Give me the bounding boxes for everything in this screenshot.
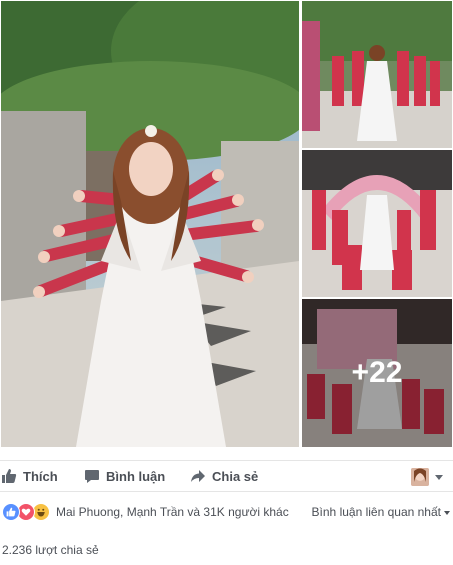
photo-main[interactable] — [1, 1, 299, 447]
comment-button[interactable]: Bình luận — [84, 461, 165, 491]
more-photos-count[interactable]: +22 — [302, 299, 452, 447]
chevron-down-icon — [444, 510, 450, 515]
share-count[interactable]: 2.236 lượt chia sẻ — [2, 543, 99, 557]
photo-thumbnail-2[interactable] — [302, 150, 452, 297]
reaction-summary[interactable]: Mai Phuong, Mạnh Trần và 31K người khác — [56, 505, 289, 519]
reactions-row: Mai Phuong, Mạnh Trần và 31K người khác … — [0, 492, 453, 532]
chevron-down-icon — [435, 474, 443, 480]
avatar — [411, 468, 429, 486]
thumbs-up-icon — [2, 469, 17, 483]
post-as-selector[interactable] — [411, 467, 443, 487]
post-action-bar: Thích Bình luận Chia sẻ — [0, 460, 453, 492]
like-icon — [2, 503, 20, 521]
reaction-icons[interactable] — [2, 503, 50, 521]
comment-label: Bình luận — [106, 468, 166, 484]
share-label: Chia sẻ — [212, 468, 259, 484]
like-button[interactable]: Thích — [1, 461, 58, 491]
share-arrow-icon — [191, 470, 205, 482]
photo-thumbnail-1[interactable] — [302, 1, 452, 148]
comment-sort-label: Bình luận liên quan nhất — [311, 505, 441, 519]
like-label: Thích — [23, 468, 58, 484]
comment-bubble-icon — [85, 470, 99, 483]
comment-sort-dropdown[interactable]: Bình luận liên quan nhất — [312, 505, 450, 519]
photo-grid: +22 — [0, 0, 453, 451]
share-button[interactable]: Chia sẻ — [190, 461, 258, 491]
photo-thumbnail-more[interactable]: +22 — [302, 299, 452, 447]
